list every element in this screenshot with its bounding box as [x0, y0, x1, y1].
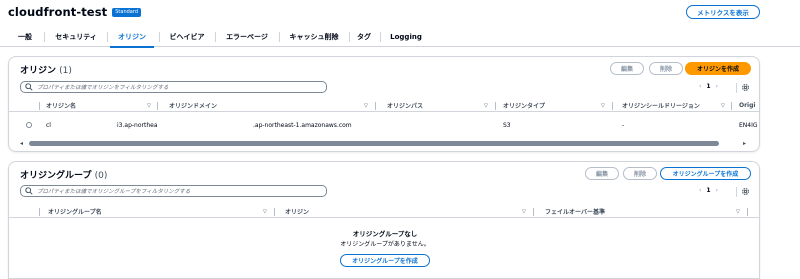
origins-search-input[interactable]: プロパティまたは値でオリジンをフィルタリングする: [20, 81, 327, 93]
origins-table-header: オリジン名 ▽ オリジンドメイン ▽ オリジンパス ▽ オリジンタイプ ▽ オリ…: [9, 99, 759, 112]
shield-region-cell: -: [622, 121, 625, 129]
page-title: cloudfront-test: [8, 5, 108, 19]
delete-origin-button[interactable]: 削除: [649, 62, 683, 75]
origins-heading: オリジン (1): [20, 63, 72, 76]
sort-down-icon[interactable]: ▽: [601, 99, 605, 112]
sort-down-icon[interactable]: ▽: [721, 99, 725, 112]
chevron-left-icon[interactable]: ‹: [699, 187, 701, 194]
column-failover-criteria[interactable]: フェイルオーバー基準: [545, 205, 605, 218]
pager-divider: [736, 187, 737, 197]
column-shield-region[interactable]: オリジンシールドリージョン: [622, 99, 700, 112]
tab-general[interactable]: 一般: [12, 27, 38, 47]
empty-create-origin-group-button[interactable]: オリジングループを作成: [340, 254, 430, 267]
column-divider: [39, 102, 40, 110]
search-icon: [25, 187, 33, 195]
sort-down-icon[interactable]: ▽: [263, 205, 267, 218]
origin-groups-title: オリジングループ: [20, 171, 92, 181]
column-origin-group-name[interactable]: オリジングループ名: [48, 205, 102, 218]
scroll-left-icon[interactable]: ◂: [20, 140, 23, 148]
tab-behaviors[interactable]: ビヘイビア: [164, 27, 210, 47]
origin-groups-pagination: ‹ 1 ›: [699, 187, 718, 194]
origins-title: オリジン: [20, 66, 57, 76]
empty-state-description: オリジングループがありません。: [340, 241, 430, 248]
origin-type-cell: S3: [503, 121, 511, 129]
column-origin-domain[interactable]: オリジンドメイン: [169, 99, 217, 112]
tab-divider: [279, 32, 280, 42]
create-origin-group-button[interactable]: オリジングループを作成: [660, 167, 751, 180]
tab-invalidations[interactable]: キャッシュ削除: [284, 27, 344, 47]
column-origin-type[interactable]: オリジンタイプ: [503, 99, 545, 112]
search-icon: [25, 83, 33, 91]
origin-groups-heading: オリジングループ (0): [20, 168, 107, 181]
column-origin-name[interactable]: オリジン名: [46, 99, 76, 112]
settings-icon[interactable]: [741, 187, 750, 196]
tab-divider: [349, 32, 350, 42]
tab-divider: [215, 32, 216, 42]
tab-bar: 一般 セキュリティ オリジン ビヘイビア エラーページ キャッシュ削除 タグ L…: [0, 27, 800, 48]
column-divider: [157, 102, 158, 110]
tab-tags[interactable]: タグ: [353, 27, 375, 47]
column-divider: [533, 208, 534, 216]
empty-state-title: オリジングループなし: [352, 230, 418, 238]
column-origins[interactable]: オリジン: [285, 205, 309, 218]
origins-pagination: ‹ 1 ›: [699, 83, 718, 90]
origin-groups-table-header: オリジングループ名 ▽ オリジン ▽ フェイルオーバー基準 ▽: [9, 205, 759, 218]
horizontal-scrollbar[interactable]: ◂ ▸: [19, 140, 749, 148]
origin-domain-cell: .ap-northeast-1.amazonaws.com: [253, 121, 352, 129]
edit-origin-group-button[interactable]: 編集: [585, 167, 619, 180]
sort-down-icon[interactable]: ▽: [736, 205, 740, 218]
tab-divider: [107, 32, 108, 42]
column-divider: [495, 102, 496, 110]
plan-badge: Standard: [112, 7, 141, 17]
column-divider: [612, 102, 613, 110]
tab-divider: [159, 32, 160, 42]
origin-groups-count: (0): [94, 171, 108, 181]
origin-groups-search-input[interactable]: プロパティまたは値でオリジングループをフィルタリングする: [20, 185, 327, 197]
origins-count: (1): [59, 66, 72, 76]
extra-cell: EN4IG: [739, 121, 758, 129]
column-divider: [747, 208, 748, 216]
edit-origin-button[interactable]: 編集: [610, 62, 644, 75]
page-number[interactable]: 1: [706, 83, 710, 90]
column-origin-path[interactable]: オリジンパス: [387, 99, 423, 112]
column-divider: [731, 102, 732, 110]
sort-down-icon[interactable]: ▽: [522, 205, 526, 218]
sort-down-icon[interactable]: ▽: [147, 99, 151, 112]
search-placeholder: プロパティまたは値でオリジングループをフィルタリングする: [37, 189, 191, 195]
chevron-right-icon[interactable]: ›: [716, 83, 718, 90]
origins-panel: オリジン (1) 編集 削除 オリジンを作成 プロパティまたは値でオリジンをフィ…: [8, 56, 760, 152]
column-divider: [375, 102, 376, 110]
settings-icon[interactable]: [741, 83, 750, 92]
column-divider: [274, 208, 275, 216]
view-metrics-button[interactable]: メトリクスを表示: [686, 5, 760, 19]
origin-name-tail-cell: i3.ap-northea: [117, 121, 158, 129]
origin-name-cell: cl: [46, 121, 51, 129]
create-origin-button[interactable]: オリジンを作成: [685, 62, 751, 75]
page-number[interactable]: 1: [706, 187, 710, 194]
row-select-radio[interactable]: [26, 122, 32, 128]
scrollbar-thumb[interactable]: [29, 141, 719, 146]
chevron-left-icon[interactable]: ‹: [699, 83, 701, 90]
column-divider: [39, 208, 40, 216]
sort-down-icon[interactable]: ▽: [484, 99, 488, 112]
tab-origins[interactable]: オリジン: [110, 27, 154, 48]
tab-divider: [380, 32, 381, 42]
tab-security[interactable]: セキュリティ: [50, 27, 102, 47]
delete-origin-group-button[interactable]: 削除: [623, 167, 657, 180]
scroll-right-icon[interactable]: ▸: [743, 140, 746, 148]
tab-error-pages[interactable]: エラーページ: [220, 27, 274, 47]
search-placeholder: プロパティまたは値でオリジンをフィルタリングする: [37, 85, 169, 91]
origin-groups-panel: オリジングループ (0) 編集 削除 オリジングループを作成 プロパティまたは値…: [8, 161, 760, 279]
table-row[interactable]: cl i3.ap-northea .ap-northeast-1.amazona…: [9, 117, 759, 133]
page-header: cloudfront-test Standard: [8, 4, 141, 20]
tab-logging[interactable]: Logging: [385, 27, 427, 47]
column-extra[interactable]: Origi: [739, 99, 755, 112]
sort-down-icon[interactable]: ▽: [364, 99, 368, 112]
pager-divider: [736, 83, 737, 93]
tab-divider: [44, 32, 45, 42]
chevron-right-icon[interactable]: ›: [716, 187, 718, 194]
